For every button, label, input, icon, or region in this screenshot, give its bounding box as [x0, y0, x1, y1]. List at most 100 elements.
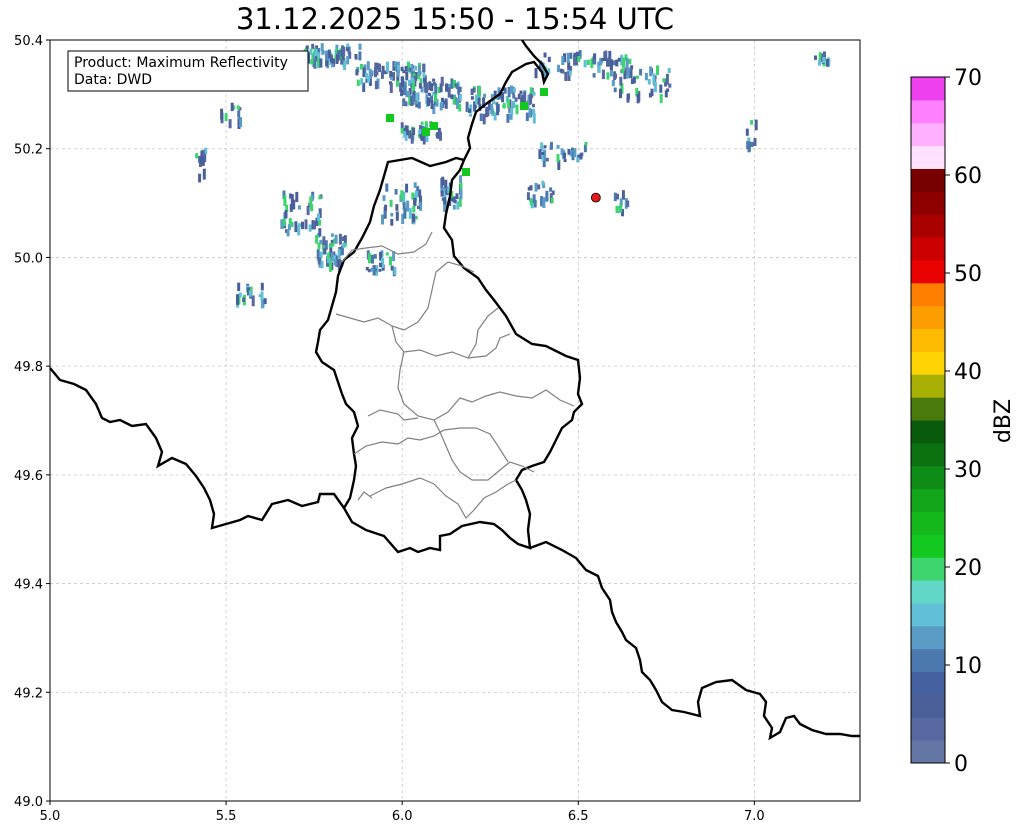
colorbar-segment	[911, 328, 945, 352]
echo-pixel	[479, 113, 483, 121]
colorbar-tick-label: 0	[954, 752, 968, 777]
echo-pixel	[613, 71, 617, 80]
echo-pixel	[569, 52, 573, 59]
echo-pixel	[647, 79, 651, 85]
echo-pixel	[237, 110, 241, 118]
echo-pixel	[370, 267, 374, 272]
echo-pixel	[650, 88, 654, 97]
echo-pixel	[604, 50, 608, 59]
echo-pixel	[478, 86, 481, 97]
echo-pixel	[389, 199, 393, 207]
echo-pixel	[295, 191, 299, 203]
echo-pixel	[532, 108, 536, 116]
echo-pixel	[563, 152, 566, 159]
echo-pixel-strong	[520, 102, 528, 110]
echo-pixel	[328, 261, 332, 272]
colorbar-segment	[911, 214, 945, 238]
echo-pixel	[482, 113, 486, 125]
echo-pixel	[470, 88, 474, 95]
echo-pixel	[427, 97, 430, 106]
echo-pixel	[319, 58, 323, 68]
echo-pixel	[444, 179, 448, 188]
echo-pixel	[413, 182, 417, 188]
echo-pixel	[622, 57, 626, 69]
echo-pixel	[532, 103, 535, 108]
echo-pixel	[434, 93, 438, 103]
echo-pixel	[314, 49, 318, 56]
colorbar-segment	[911, 305, 945, 330]
echo-pixel	[323, 248, 327, 255]
echo-pixel	[512, 88, 516, 93]
echo-pixel	[418, 201, 422, 207]
echo-pixel	[297, 205, 301, 210]
echo-pixel	[430, 100, 434, 109]
echo-pixel	[402, 85, 406, 95]
echo-pixel	[374, 62, 378, 67]
echo-pixel	[486, 108, 490, 116]
echo-pixel	[601, 69, 605, 80]
echo-pixel	[606, 72, 610, 80]
echo-pixel	[287, 224, 291, 230]
echo-pixel	[414, 191, 418, 197]
echo-pixel	[378, 262, 382, 268]
echo-pixel	[378, 63, 381, 72]
echo-pixel	[528, 108, 532, 118]
echo-pixel	[579, 153, 583, 160]
echo-pixel	[444, 98, 448, 108]
echo-pixel	[668, 83, 672, 88]
echo-pixel	[592, 73, 596, 78]
colorbar-segment	[911, 534, 945, 558]
echo-pixel	[325, 60, 329, 67]
echo-pixel-strong	[462, 168, 470, 176]
echo-pixel-strong	[540, 88, 548, 96]
echo-pixel	[317, 213, 320, 221]
colorbar-tick-label: 50	[954, 262, 982, 287]
echo-pixel	[329, 54, 333, 63]
echo-pixel	[576, 157, 580, 162]
echo-pixel	[236, 105, 240, 110]
colorbar-segment	[911, 465, 945, 490]
echo-pixel	[445, 83, 448, 92]
echo-pixel	[420, 121, 424, 125]
echo-pixel	[509, 114, 513, 120]
echo-pixel	[455, 83, 459, 89]
colorbar-segment	[911, 694, 945, 718]
echo-pixel-strong	[386, 114, 394, 122]
echo-pixel	[288, 218, 292, 225]
echo-pixel	[635, 75, 639, 79]
echo-pixel	[470, 96, 474, 100]
y-tick-label: 49.8	[14, 360, 43, 375]
colorbar-label: dBZ	[991, 399, 1016, 443]
echo-pixel	[403, 208, 407, 219]
echo-pixel	[418, 83, 422, 89]
echo-pixel	[301, 221, 304, 230]
echo-pixel	[318, 228, 322, 237]
y-tick-label: 49.6	[14, 469, 43, 484]
echo-pixel	[468, 108, 471, 113]
echo-pixel	[313, 59, 317, 69]
colorbar-segment	[911, 488, 945, 512]
echo-pixel	[412, 205, 416, 213]
echo-pixel	[568, 70, 572, 76]
colorbar-segment	[911, 420, 945, 444]
echo-pixel	[443, 197, 447, 205]
echo-pixel	[335, 54, 339, 62]
echo-pixel	[330, 233, 334, 237]
echo-pixel	[282, 218, 286, 226]
echo-pixel	[292, 199, 296, 210]
echo-pixel	[473, 105, 477, 109]
echo-pixel	[355, 69, 359, 76]
echo-pixel	[367, 75, 371, 83]
echo-pixel	[394, 189, 398, 195]
colorbar-tick-label: 60	[954, 164, 982, 189]
echo-pixel	[237, 282, 241, 292]
x-tick-label: 7.0	[744, 809, 765, 824]
echo-pixel	[563, 158, 567, 163]
echo-pixel	[390, 265, 394, 271]
echo-pixel	[584, 141, 588, 146]
echo-pixel	[310, 59, 314, 65]
echo-pixel	[200, 150, 204, 162]
echo-pixel	[313, 220, 316, 230]
x-tick-label: 6.5	[568, 809, 589, 824]
echo-pixel	[408, 67, 412, 72]
